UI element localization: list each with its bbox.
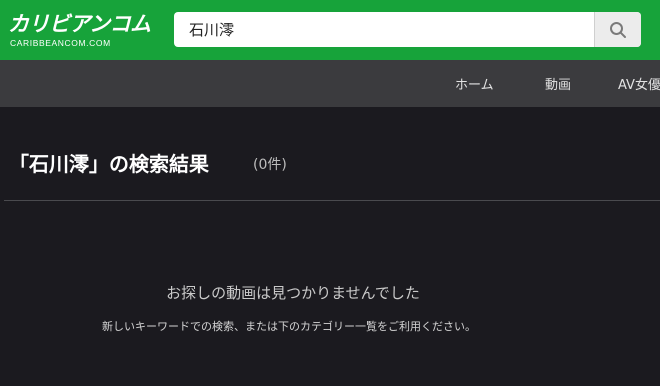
search-input[interactable] <box>174 12 594 47</box>
nav-item-home[interactable]: ホーム <box>455 74 494 93</box>
search-button[interactable] <box>594 12 641 47</box>
logo-text: カリビアンコム <box>8 12 151 36</box>
empty-state-message: お探しの動画は見つかりませんでした <box>166 284 420 302</box>
nav-item-actresses[interactable]: AV女優 <box>618 74 660 93</box>
divider <box>4 200 660 201</box>
search-results-title: 「石川澪」の検索結果 <box>9 152 209 176</box>
nav-item-videos[interactable]: 動画 <box>545 74 571 93</box>
empty-state-hint: 新しいキーワードでの検索、または下のカテゴリー一覧をご利用ください。 <box>102 320 476 333</box>
site-header: カリビアンコム CARIBBEANCOM.COM <box>0 0 660 60</box>
logo-subtext: CARIBBEANCOM.COM <box>10 38 111 48</box>
search-bar <box>174 12 641 47</box>
main-nav: ホーム 動画 AV女優 <box>0 60 660 107</box>
search-icon <box>610 21 626 38</box>
site-logo[interactable]: カリビアンコム CARIBBEANCOM.COM <box>8 8 151 52</box>
search-results-count: (0件) <box>253 157 287 173</box>
